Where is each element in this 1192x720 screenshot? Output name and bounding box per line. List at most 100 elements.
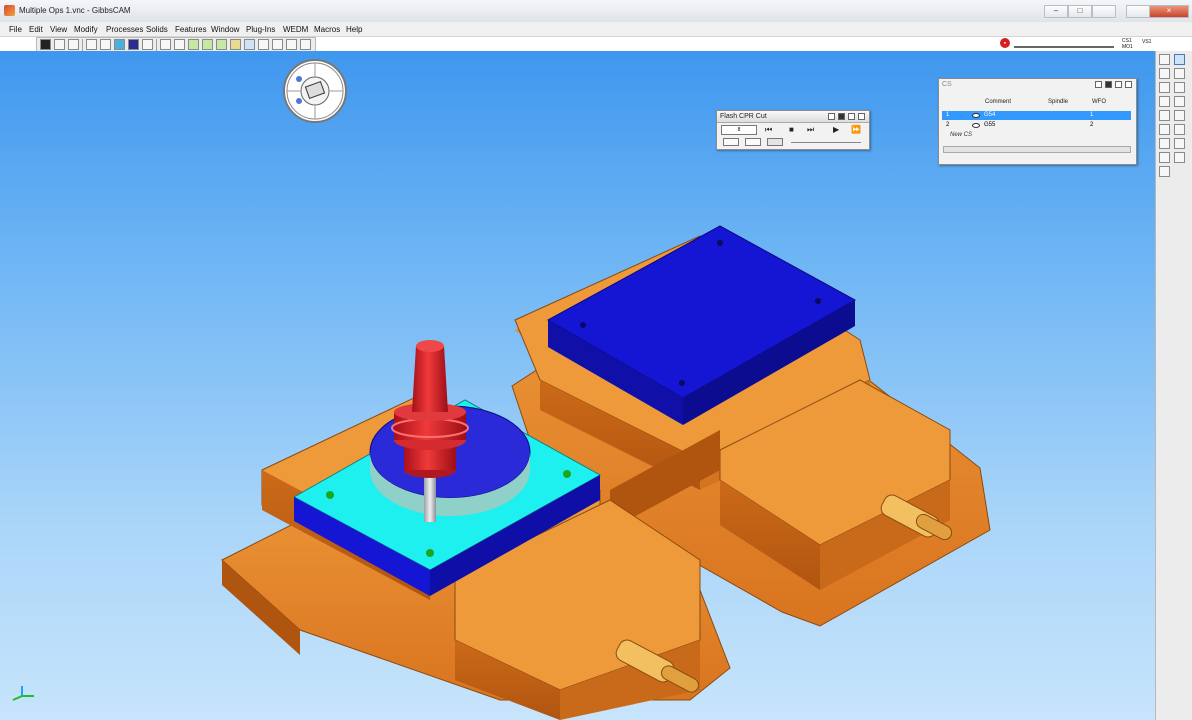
flash-cpr-cut-palette: Flash CPR Cut 8 ⏮ ■ ⏭ ▶ ⏩ — [716, 110, 870, 150]
axis-triad-icon — [12, 686, 34, 701]
measure-icon[interactable] — [286, 39, 297, 50]
tool-display-icon[interactable] — [723, 138, 739, 146]
layers-icon[interactable] — [202, 39, 213, 50]
circle-icon[interactable] — [160, 39, 171, 50]
menu-solids[interactable]: Solids — [146, 25, 168, 34]
cs-horizontal-scrollbar[interactable] — [943, 146, 1131, 153]
part-display-icon[interactable] — [745, 138, 761, 146]
machine-icon[interactable] — [1159, 124, 1170, 135]
menu-macros[interactable]: Macros — [314, 25, 340, 34]
flash-progress-track[interactable] — [791, 142, 861, 143]
layers-icon[interactable] — [1159, 110, 1170, 121]
minimize-button[interactable]: – — [1044, 5, 1068, 18]
workpiece-icon[interactable] — [1159, 96, 1170, 107]
pointer-icon[interactable] — [258, 39, 269, 50]
view-icon[interactable] — [1159, 138, 1170, 149]
fixture-icon[interactable] — [1174, 124, 1185, 135]
cs-icon[interactable] — [1174, 138, 1185, 149]
restore-button[interactable] — [1092, 5, 1116, 18]
stock-view-icon[interactable] — [128, 39, 139, 50]
min-icon-button[interactable] — [1126, 5, 1150, 18]
cs-row-g54[interactable]: 1 G54 1 — [942, 111, 1131, 120]
tools-icon[interactable] — [1159, 152, 1170, 163]
cs-row-g55[interactable]: 2 G55 2 — [942, 121, 1131, 130]
right-toolbar — [1155, 51, 1192, 720]
flash-palette-titlebar[interactable]: Flash CPR Cut — [717, 111, 869, 123]
render-mode-icon[interactable] — [86, 39, 97, 50]
help-pointer-icon[interactable] — [300, 39, 311, 50]
menu-wedm[interactable]: WEDM — [283, 25, 308, 34]
fit-view-icon[interactable] — [100, 39, 111, 50]
solid-view-icon[interactable] — [114, 39, 125, 50]
stop-button[interactable]: ■ — [789, 125, 794, 134]
select-icon[interactable] — [1174, 54, 1185, 65]
selection-rect-icon[interactable] — [1159, 68, 1170, 79]
status-strip: ● CS1 MO1 VS1 — [998, 37, 1158, 51]
cs-palette-close-icon[interactable] — [1125, 81, 1132, 88]
screen-icon[interactable] — [244, 39, 255, 50]
window-title: Multiple Ops 1.vnc - GibbsCAM — [19, 6, 131, 15]
cs-row-name: G55 — [984, 122, 996, 128]
menu-modify[interactable]: Modify — [74, 25, 98, 34]
cs-header-spindle[interactable]: Spindle — [1048, 99, 1068, 105]
render-icon[interactable] — [1174, 152, 1185, 163]
cs-header-wfo[interactable]: WFO — [1092, 99, 1106, 105]
close-button[interactable]: × — [1149, 5, 1189, 18]
palette-dock-icon[interactable] — [828, 113, 835, 120]
cs-palette-pin-icon[interactable] — [1105, 81, 1112, 88]
menu-bar: File Edit View Modify Processes Solids F… — [0, 22, 1192, 37]
stop-icon[interactable]: ● — [1000, 38, 1010, 48]
stock-icon[interactable] — [230, 39, 241, 50]
cs-palette-titlebar[interactable]: CS — [939, 79, 1136, 90]
hidden-line-icon[interactable] — [54, 39, 65, 50]
cs-row-name: G54 — [984, 112, 996, 118]
play-button[interactable]: ▶ — [833, 125, 839, 134]
palette-minimize-icon[interactable] — [848, 113, 855, 120]
stock-icon[interactable] — [1174, 110, 1185, 121]
diamond-icon[interactable] — [1174, 96, 1185, 107]
speed-slider[interactable] — [1014, 46, 1114, 48]
toolbar-separator — [156, 39, 157, 51]
cs-row-number: 2 — [946, 122, 950, 128]
menu-window[interactable]: Window — [211, 25, 239, 34]
stock-display-icon[interactable] — [767, 138, 783, 146]
fast-forward-button[interactable]: ⏩ — [851, 125, 861, 134]
maximize-button[interactable]: □ — [1068, 5, 1092, 18]
toolbar-separator — [82, 39, 83, 51]
toggle-grid-icon[interactable] — [142, 39, 153, 50]
shaded-view-icon[interactable] — [68, 39, 79, 50]
cs-palette-minimize-icon[interactable] — [1115, 81, 1122, 88]
menu-edit[interactable]: Edit — [29, 25, 43, 34]
wireframe-view-icon[interactable] — [40, 39, 51, 50]
cs-row-wfo: 1 — [1090, 112, 1094, 118]
layout-icon[interactable] — [1174, 68, 1185, 79]
rotate-icon[interactable] — [174, 39, 185, 50]
menu-plugins[interactable]: Plug-Ins — [246, 25, 275, 34]
cs-palette-title: CS — [942, 81, 952, 88]
menu-processes[interactable]: Processes — [106, 25, 143, 34]
cube-icon[interactable] — [188, 39, 199, 50]
eye-icon[interactable] — [972, 123, 980, 128]
palette-pin-icon[interactable] — [838, 113, 845, 120]
menu-file[interactable]: File — [9, 25, 22, 34]
eye-icon[interactable] — [972, 113, 980, 118]
dimension-icon[interactable] — [272, 39, 283, 50]
cs-header-comment[interactable]: Comment — [985, 99, 1011, 105]
operations-icon[interactable] — [1159, 166, 1170, 177]
new-doc-icon[interactable] — [1159, 54, 1170, 65]
menu-features[interactable]: Features — [175, 25, 207, 34]
cs-palette-dock-icon[interactable] — [1095, 81, 1102, 88]
new-cs-entry[interactable]: New CS — [950, 132, 972, 138]
cs-palette: CS Comment Spindle WFO 1 G54 1 2 G55 2 N… — [938, 78, 1137, 165]
step-button[interactable]: ⏭ — [807, 125, 814, 135]
menu-help[interactable]: Help — [346, 25, 362, 34]
cs-indicator: CS1 MO1 — [1122, 38, 1133, 50]
flash-step-field[interactable]: 8 — [721, 125, 757, 135]
view-navigation-wheel[interactable] — [283, 59, 347, 123]
toggle-icon[interactable] — [1174, 82, 1185, 93]
palette-close-icon[interactable] — [858, 113, 865, 120]
menu-view[interactable]: View — [50, 25, 67, 34]
part-icon[interactable] — [216, 39, 227, 50]
rewind-button[interactable]: ⏮ — [765, 125, 772, 135]
cut-tool-icon[interactable] — [1159, 82, 1170, 93]
